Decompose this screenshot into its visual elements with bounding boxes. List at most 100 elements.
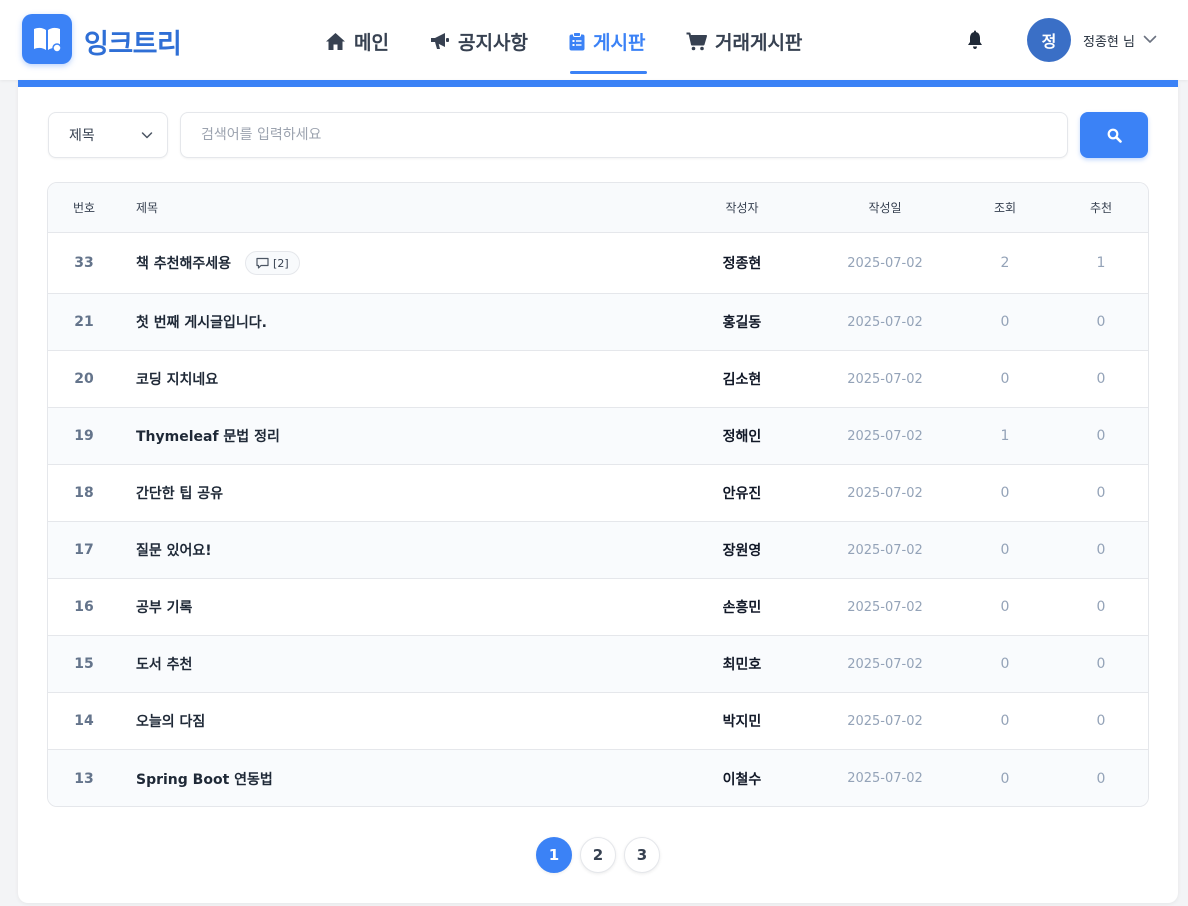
post-number: 21 xyxy=(74,314,94,330)
table-row[interactable]: 18 간단한 팁 공유 안유진 2025-07-02 0 0 xyxy=(48,465,1148,522)
comment-icon xyxy=(256,257,269,269)
post-title[interactable]: 책 추천해주세용 xyxy=(136,253,231,273)
post-number: 15 xyxy=(74,656,94,672)
post-title[interactable]: 공부 기록 xyxy=(136,579,192,635)
post-title-cell[interactable]: 책 추천해주세용 [2] xyxy=(136,233,300,293)
chevron-down-icon[interactable] xyxy=(1143,33,1157,45)
post-views: 0 xyxy=(1000,371,1010,387)
post-author: 정종현 xyxy=(722,256,762,272)
card-accent-bar xyxy=(18,80,1178,87)
table-row[interactable]: 17 질문 있어요! 장원영 2025-07-02 0 0 xyxy=(48,522,1148,579)
post-number: 20 xyxy=(74,371,94,387)
table-row[interactable]: 16 공부 기록 손흥민 2025-07-02 0 0 xyxy=(48,579,1148,636)
search-filter-select[interactable]: 제목 xyxy=(48,112,168,158)
table-row[interactable]: 15 도서 추천 최민호 2025-07-02 0 0 xyxy=(48,636,1148,693)
post-title[interactable]: 첫 번째 게시글입니다. xyxy=(136,294,267,350)
search-input[interactable] xyxy=(180,112,1068,158)
active-nav-indicator xyxy=(570,71,647,74)
table-row[interactable]: 21 첫 번째 게시글입니다. 홍길동 2025-07-02 0 0 xyxy=(48,294,1148,351)
post-date: 2025-07-02 xyxy=(847,428,923,444)
table-row[interactable]: 20 코딩 지치네요 김소현 2025-07-02 0 0 xyxy=(48,351,1148,408)
board-table: 번호 제목 작성자 작성일 조회 추천 33 책 추천해주세용 [2] 정종현 … xyxy=(47,182,1149,807)
post-author: 정해인 xyxy=(722,429,762,445)
post-date: 2025-07-02 xyxy=(847,599,923,615)
post-likes: 0 xyxy=(1096,371,1106,387)
page-button-1[interactable]: 1 xyxy=(536,837,572,873)
page-button-3[interactable]: 3 xyxy=(624,837,660,873)
post-title[interactable]: 코딩 지치네요 xyxy=(136,351,218,407)
search-icon xyxy=(1107,128,1122,143)
post-title[interactable]: Spring Boot 연동법 xyxy=(136,750,273,806)
table-header: 번호 제목 작성자 작성일 조회 추천 xyxy=(48,183,1148,233)
nav-item-board[interactable]: 게시판 xyxy=(569,27,645,55)
post-title[interactable]: 도서 추천 xyxy=(136,636,192,692)
chevron-down-icon xyxy=(141,132,153,139)
post-number: 33 xyxy=(74,255,94,271)
post-likes: 0 xyxy=(1096,599,1106,615)
table-row[interactable]: 19 Thymeleaf 문법 정리 정해인 2025-07-02 1 0 xyxy=(48,408,1148,465)
post-title[interactable]: Thymeleaf 문법 정리 xyxy=(136,408,280,464)
post-date: 2025-07-02 xyxy=(847,713,923,729)
user-name[interactable]: 정종현 님 xyxy=(1083,31,1135,50)
post-views: 0 xyxy=(1000,713,1010,729)
logo-book-icon[interactable] xyxy=(22,14,72,64)
comment-count: [2] xyxy=(273,256,289,270)
table-row[interactable]: 33 책 추천해주세용 [2] 정종현 2025-07-02 2 1 xyxy=(48,233,1148,294)
header-views: 조회 xyxy=(993,201,1017,215)
table-row[interactable]: 13 Spring Boot 연동법 이철수 2025-07-02 0 0 xyxy=(48,750,1148,806)
top-header: 잉크트리 메인 공지사항 게시판 거래게시판 정 정종현 님 xyxy=(0,0,1188,80)
header-title: 제목 xyxy=(136,201,159,215)
post-views: 0 xyxy=(1000,314,1010,330)
search-filter-value: 제목 xyxy=(69,128,95,144)
post-date: 2025-07-02 xyxy=(847,542,923,558)
post-date: 2025-07-02 xyxy=(847,656,923,672)
clipboard-icon xyxy=(569,31,585,50)
board-card: 제목 번호 제목 작성자 작성일 조회 추천 33 책 추천해주세용 xyxy=(18,80,1178,903)
pagination: 1 2 3 xyxy=(18,837,1178,873)
cart-icon xyxy=(686,32,707,50)
post-views: 0 xyxy=(1000,656,1010,672)
nav-label-board: 게시판 xyxy=(593,31,646,54)
page-button-2[interactable]: 2 xyxy=(580,837,616,873)
post-date: 2025-07-02 xyxy=(847,255,923,271)
post-author: 최민호 xyxy=(722,657,762,673)
post-views: 0 xyxy=(1000,599,1010,615)
post-title[interactable]: 간단한 팁 공유 xyxy=(136,465,223,521)
post-likes: 0 xyxy=(1096,485,1106,501)
nav-item-main[interactable]: 메인 xyxy=(325,27,389,55)
post-author: 김소현 xyxy=(722,372,762,388)
post-author: 홍길동 xyxy=(722,315,762,331)
post-author: 손흥민 xyxy=(722,600,762,616)
nav-label-notice: 공지사항 xyxy=(458,31,528,54)
post-views: 1 xyxy=(1000,428,1010,444)
post-author: 이철수 xyxy=(722,771,762,788)
home-icon xyxy=(326,32,345,50)
nav-item-notice[interactable]: 공지사항 xyxy=(430,27,528,55)
header-num: 번호 xyxy=(72,201,96,215)
post-number: 13 xyxy=(74,770,94,787)
app-name[interactable]: 잉크트리 xyxy=(84,22,182,61)
post-title[interactable]: 질문 있어요! xyxy=(136,522,212,578)
post-author: 박지민 xyxy=(722,714,762,730)
post-number: 16 xyxy=(74,599,94,615)
post-date: 2025-07-02 xyxy=(847,314,923,330)
post-title[interactable]: 오늘의 다짐 xyxy=(136,693,205,749)
post-likes: 0 xyxy=(1096,770,1106,787)
post-likes: 0 xyxy=(1096,428,1106,444)
comment-count-badge: [2] xyxy=(245,251,300,275)
user-avatar[interactable]: 정 xyxy=(1027,18,1071,62)
nav-item-trade-board[interactable]: 거래게시판 xyxy=(686,27,802,55)
post-likes: 0 xyxy=(1096,656,1106,672)
table-row[interactable]: 14 오늘의 다짐 박지민 2025-07-02 0 0 xyxy=(48,693,1148,750)
megaphone-icon xyxy=(431,33,449,49)
post-views: 0 xyxy=(1000,485,1010,501)
search-button[interactable] xyxy=(1080,112,1148,158)
post-date: 2025-07-02 xyxy=(847,771,923,786)
nav-label-trade-board: 거래게시판 xyxy=(715,31,803,54)
post-likes: 0 xyxy=(1096,542,1106,558)
post-number: 14 xyxy=(74,713,94,729)
post-likes: 0 xyxy=(1096,713,1106,729)
post-views: 0 xyxy=(1000,542,1010,558)
bell-icon[interactable] xyxy=(966,30,984,50)
post-number: 18 xyxy=(74,485,94,501)
